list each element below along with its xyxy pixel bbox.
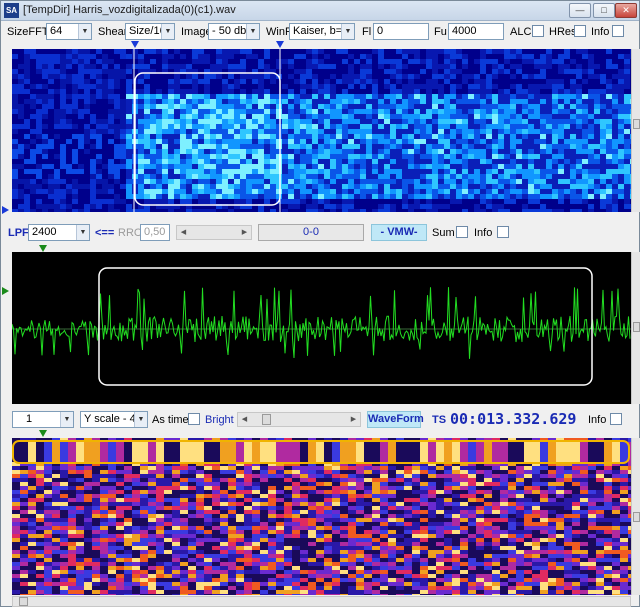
info-label: Info <box>474 227 493 239</box>
yscale-value: Y scale - 4 <box>84 413 136 425</box>
waveform-panel[interactable] <box>12 252 631 404</box>
lpf-label: LPF <box>8 227 29 239</box>
waveform-vscroll[interactable] <box>631 252 640 404</box>
info-checkbox[interactable] <box>610 413 622 425</box>
scroll-thumb[interactable] <box>633 322 640 332</box>
brightness-slider[interactable]: ◀ ▶ <box>237 412 361 427</box>
waveform-position-marker[interactable] <box>39 245 47 252</box>
lower-frequency-field[interactable]: 0 <box>373 23 429 40</box>
selection-end-marker[interactable] <box>276 41 284 48</box>
image-db-select[interactable]: - 50 db ▼ <box>208 23 260 40</box>
hres-label: HRes <box>549 26 577 38</box>
sum-checkbox[interactable] <box>456 226 468 238</box>
rrc-label: RRC <box>118 227 142 239</box>
scroll-left-icon[interactable]: ◀ <box>238 413 251 426</box>
alc-checkbox[interactable] <box>532 25 544 37</box>
minimize-button[interactable]: — <box>569 3 591 18</box>
selection-start-marker[interactable] <box>131 41 139 48</box>
sizefft-value: 64 <box>50 25 63 37</box>
spectrogram-plot <box>12 49 631 212</box>
chevron-down-icon: ▼ <box>60 412 73 427</box>
horizontal-scrollbar[interactable] <box>12 596 631 607</box>
winf-label: WinF <box>266 26 292 38</box>
waveform-plot <box>12 267 631 386</box>
scroll-thumb[interactable] <box>633 512 640 522</box>
timestamp-display: 00:013.332.629 <box>450 410 577 428</box>
spectrogram-vscroll[interactable] <box>631 49 640 212</box>
symbol-heatmap-panel[interactable] <box>12 438 631 595</box>
chevron-down-icon: ▼ <box>161 24 174 39</box>
info-checkbox[interactable] <box>612 25 624 37</box>
lpf-select[interactable]: 2400 ▼ <box>28 224 90 241</box>
shear-select[interactable]: Size/16 ▼ <box>125 23 175 40</box>
vmw-button[interactable]: - VMW- <box>371 224 427 241</box>
scroll-right-icon[interactable]: ▶ <box>238 226 251 239</box>
info-checkbox[interactable] <box>497 226 509 238</box>
spectrogram-toolbar: SizeFFT 64 ▼ Shear Size/16 ▼ Image - 50 … <box>1 22 639 42</box>
astime-checkbox[interactable] <box>188 413 200 425</box>
app-window: SA [TempDir] Harris_vozdigitalizada(0)(c… <box>0 0 640 607</box>
sum-label: Sum <box>432 227 455 239</box>
title-bar[interactable]: SA [TempDir] Harris_vozdigitalizada(0)(c… <box>1 1 639 21</box>
shear-label: Shear <box>98 26 128 38</box>
maximize-button[interactable]: □ <box>593 3 615 18</box>
alc-label: ALC <box>510 26 532 38</box>
info-label: Info <box>588 414 607 426</box>
yscale-select[interactable]: Y scale - 4 ▼ <box>80 411 148 428</box>
window-title: [TempDir] Harris_vozdigitalizada(0)(c1).… <box>23 4 236 16</box>
sizefft-label: SizeFFT <box>7 26 49 38</box>
slider-thumb[interactable] <box>262 414 271 425</box>
frequency-marker[interactable] <box>2 206 9 214</box>
waveform-level-marker[interactable] <box>2 287 9 295</box>
filter-toolbar: LPF 2400 ▼ <== RRC 0,50 ◀ ▶ 0-0 - VMW- S… <box>1 223 639 243</box>
channel-spinner[interactable]: 1 ▼ <box>12 411 74 428</box>
rrc-slider[interactable]: ◀ ▶ <box>176 225 252 240</box>
upper-frequency-field[interactable]: 4000 <box>448 23 504 40</box>
range-display: 0-0 <box>258 224 364 241</box>
symbol-heatmap-plot <box>12 438 631 595</box>
waveform-toolbar: 1 ▼ Y scale - 4 ▼ As time Bright ◀ ▶ Wav… <box>1 409 639 429</box>
info-label: Info <box>591 26 610 38</box>
scroll-thumb[interactable] <box>19 597 28 606</box>
highlight-band <box>12 442 631 462</box>
fu-label: Fu <box>434 26 447 38</box>
ts-label: TS <box>432 414 447 426</box>
apply-arrow-label[interactable]: <== <box>95 226 114 240</box>
astime-label: As time <box>152 414 189 426</box>
heatmap-vscroll[interactable] <box>631 438 640 595</box>
scroll-thumb[interactable] <box>633 119 640 129</box>
chevron-down-icon: ▼ <box>246 24 259 39</box>
app-logo-icon: SA <box>4 3 19 18</box>
rrc-field[interactable]: 0,50 <box>140 224 170 241</box>
bright-label: Bright <box>205 414 234 426</box>
spectrogram-panel[interactable] <box>12 49 631 212</box>
lpf-value: 2400 <box>32 226 57 238</box>
image-db-value: - 50 db <box>212 25 247 37</box>
channel-spinner-value: 1 <box>26 413 33 425</box>
waveform-trace <box>12 287 631 359</box>
scroll-right-icon[interactable]: ▶ <box>347 413 360 426</box>
spectrogram-cells <box>12 49 631 212</box>
waveform-button[interactable]: WaveForm <box>367 411 424 428</box>
sizefft-select[interactable]: 64 ▼ <box>46 23 92 40</box>
fl-label: Fl <box>362 26 372 38</box>
close-button[interactable]: ✕ <box>615 3 637 18</box>
chevron-down-icon: ▼ <box>78 24 91 39</box>
hres-checkbox[interactable] <box>574 25 586 37</box>
chevron-down-icon: ▼ <box>341 24 354 39</box>
chevron-down-icon: ▼ <box>76 225 89 240</box>
scroll-left-icon[interactable]: ◀ <box>177 226 190 239</box>
heatmap-position-marker[interactable] <box>39 430 47 437</box>
window-function-select[interactable]: Kaiser, b=8 ▼ <box>289 23 355 40</box>
image-label: Image <box>181 26 212 38</box>
chevron-down-icon: ▼ <box>134 412 147 427</box>
